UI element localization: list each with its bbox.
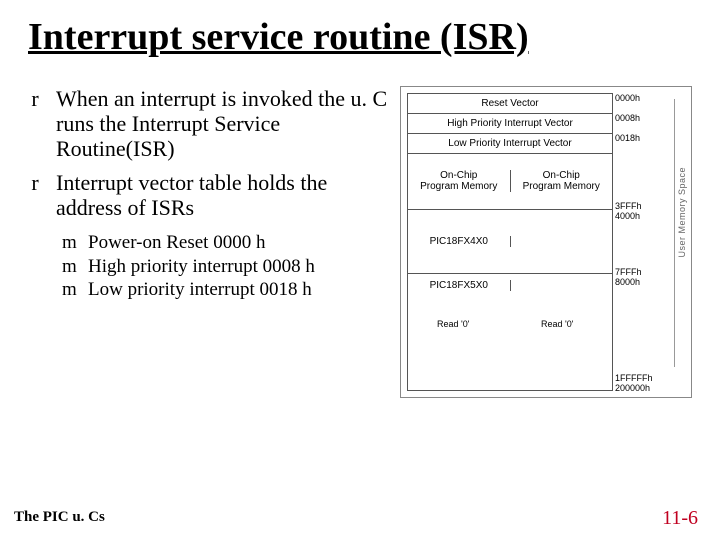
bullet-marker: r <box>28 86 42 162</box>
bullet-2: Interrupt vector table holds the address… <box>56 170 392 221</box>
addr-3fff: 3FFFh <box>615 201 642 211</box>
addr-8000: 8000h <box>615 277 640 287</box>
addr-0000: 0000h <box>615 93 640 103</box>
text-column: r When an interrupt is invoked the u. C … <box>28 86 392 398</box>
bullet-1: When an interrupt is invoked the u. C ru… <box>56 86 392 162</box>
subbullet-marker: m <box>62 279 76 300</box>
read-label-l: Read '0' <box>437 319 469 329</box>
addr-7fff: 7FFFh <box>615 267 642 277</box>
subbullet-marker: m <box>62 232 76 253</box>
footer-right: 11-6 <box>662 507 698 530</box>
row-pic5: PIC18FX5X0 <box>408 280 511 291</box>
addr-1fffff: 1FFFFFh <box>615 373 653 383</box>
memory-space-label: User Memory Space <box>677 167 687 258</box>
row-lp: Low Priority Interrupt Vector <box>408 134 612 154</box>
memory-space-bar <box>674 99 675 367</box>
bullet-marker: r <box>28 170 42 221</box>
row-onchip-r: On-Chip Program Memory <box>511 170 613 192</box>
row-hp: High Priority Interrupt Vector <box>408 114 612 134</box>
addr-0018: 0018h <box>615 133 640 143</box>
addr-0008: 0008h <box>615 113 640 123</box>
subbullet-2: High priority interrupt 0008 h <box>88 256 315 277</box>
addr-4000: 4000h <box>615 211 640 221</box>
subbullet-3: Low priority interrupt 0018 h <box>88 279 312 300</box>
subbullet-1: Power-on Reset 0000 h <box>88 232 265 253</box>
footer-left: The PIC u. Cs <box>14 509 105 526</box>
page-title: Interrupt service routine (ISR) <box>28 18 692 58</box>
addr-200000: 200000h <box>615 383 650 393</box>
memory-map-diagram: Reset Vector High Priority Interrupt Vec… <box>400 86 692 398</box>
read-label-r: Read '0' <box>541 319 573 329</box>
row-onchip-l: On-Chip Program Memory <box>408 170 511 192</box>
subbullet-marker: m <box>62 256 76 277</box>
row-pic4: PIC18FX4X0 <box>408 236 511 247</box>
row-reset: Reset Vector <box>408 94 612 114</box>
